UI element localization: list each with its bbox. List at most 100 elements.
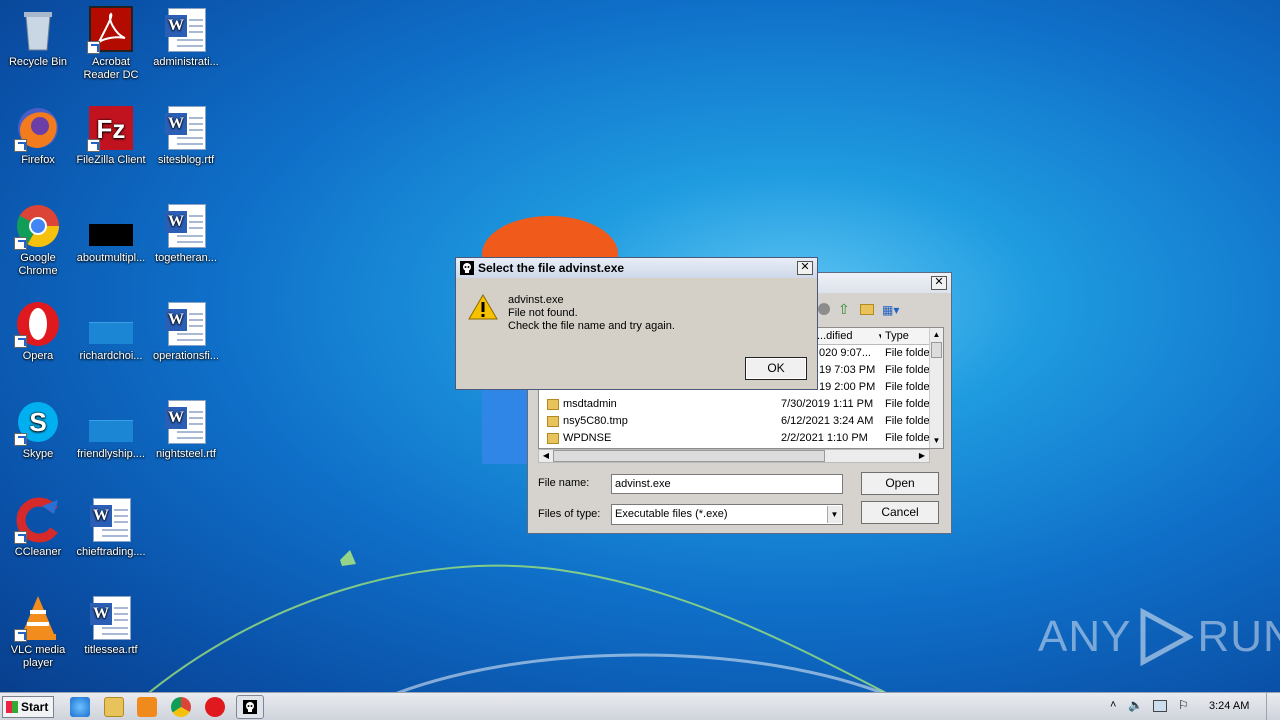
desktop-icon-document[interactable]: W chieftrading.... <box>73 496 149 559</box>
scroll-left-icon[interactable]: ◀ <box>539 450 553 462</box>
desktop-icon-firefox[interactable]: Firefox <box>0 104 76 167</box>
desktop-icon-recycle-bin[interactable]: Recycle Bin <box>0 6 76 69</box>
icon-label: nightsteel.rtf <box>156 448 216 460</box>
media-player-icon[interactable] <box>137 697 157 717</box>
desktop-icon-filezilla[interactable]: Fz FileZilla Client <box>73 104 149 167</box>
desktop-icon-file[interactable]: aboutmultipl... <box>73 202 149 265</box>
icon-label: chieftrading.... <box>76 546 146 558</box>
svg-text:Fz: Fz <box>97 114 126 144</box>
error-dialog-title: Select the file advinst.exe <box>478 261 625 275</box>
word-document-icon: W <box>90 498 131 542</box>
ok-button[interactable]: OK <box>745 357 807 380</box>
scroll-up-icon[interactable]: ▲ <box>930 328 943 342</box>
network-icon[interactable] <box>1153 700 1167 712</box>
show-desktop-button[interactable] <box>1266 693 1280 720</box>
files-of-type-select[interactable]: Executable files (*.exe) ▼ <box>611 504 843 525</box>
row-type: File folde <box>885 398 930 410</box>
error-filename: advinst.exe <box>508 294 564 306</box>
horizontal-scrollbar[interactable]: ◀ ▶ <box>538 449 930 463</box>
file-name-label: File name: <box>538 477 590 489</box>
folder-icon <box>547 416 559 427</box>
table-row[interactable]: WPDNSE 2/2/2021 1:10 PM File folde <box>539 430 943 447</box>
cancel-button[interactable]: Cancel <box>861 501 939 524</box>
desktop-icon-file[interactable]: friendlyship.... <box>73 398 149 461</box>
shortcut-arrow-icon <box>14 433 27 446</box>
word-document-icon: W <box>165 302 206 346</box>
show-hidden-icons[interactable]: ˄ <box>1110 699 1116 711</box>
desktop-icon-skype[interactable]: S Skype <box>0 398 76 461</box>
table-row[interactable]: msdtadmin 7/30/2019 1:11 PM File folde <box>539 396 943 413</box>
row-type: File folde <box>885 415 930 427</box>
desktop-icon-ccleaner[interactable]: CCleaner <box>0 496 76 559</box>
up-folder-icon[interactable]: ⇧ <box>838 302 852 316</box>
shortcut-arrow-icon <box>14 531 27 544</box>
desktop-icon-chrome[interactable]: Google Chrome <box>0 202 76 278</box>
open-dialog-close-button[interactable]: ✕ <box>931 276 947 290</box>
desktop-icon-document[interactable]: W nightsteel.rtf <box>148 398 224 461</box>
error-dialog-close-button[interactable]: ✕ <box>797 261 813 275</box>
file-explorer-icon[interactable] <box>104 697 124 717</box>
horizontal-scroll-thumb[interactable] <box>553 450 825 462</box>
scroll-down-icon[interactable]: ▼ <box>930 434 943 448</box>
icon-label: CCleaner <box>14 546 62 558</box>
desktop-icon-acrobat[interactable]: Acrobat Reader DC <box>73 6 149 82</box>
row-name: WPDNSE <box>563 432 612 444</box>
action-center-flag-icon[interactable]: ⚐ <box>1178 698 1189 712</box>
windows-flag-icon <box>6 701 18 713</box>
chrome-taskbar-icon[interactable] <box>171 697 191 717</box>
black-file-icon <box>89 224 133 246</box>
row-date: 7/30/2019 1:11 PM <box>781 398 874 410</box>
desktop-icon-document[interactable]: W titlessea.rtf <box>73 594 149 657</box>
error-hint: Check the file name and try again. <box>508 320 675 332</box>
column-label: Type <box>885 330 909 342</box>
clock[interactable]: 3:24 AM <box>1209 700 1249 712</box>
desktop-icon-document[interactable]: W administrati... <box>148 6 224 69</box>
scroll-right-icon[interactable]: ▶ <box>915 450 929 462</box>
icon-label: FileZilla Client <box>76 154 146 166</box>
new-folder-icon[interactable] <box>860 304 874 315</box>
anyrun-watermark: ANY RUN <box>1038 608 1280 666</box>
row-date: 19 7:03 PM <box>819 364 876 376</box>
column-header-type[interactable]: Type <box>881 328 931 345</box>
row-date: 020 9:07... <box>819 347 871 359</box>
volume-icon[interactable]: 🔈 <box>1128 698 1143 712</box>
watermark-run: RUN <box>1197 612 1280 661</box>
start-button[interactable]: Start <box>2 696 54 718</box>
scroll-thumb[interactable] <box>931 342 942 358</box>
skull-app-icon <box>460 261 474 275</box>
opera-taskbar-icon[interactable] <box>205 697 225 717</box>
desktop-icon-document[interactable]: W operationsfi... <box>148 300 224 363</box>
error-dialog-titlebar: Select the file advinst.exe <box>456 258 817 278</box>
table-row[interactable]: nsy5C80.tmp 6/12/2021 3:24 AM File folde <box>539 413 943 430</box>
shortcut-arrow-icon <box>14 629 27 642</box>
shortcut-arrow-icon <box>14 335 27 348</box>
folder-icon <box>547 433 559 444</box>
dropdown-arrow-icon[interactable]: ▼ <box>827 506 841 523</box>
desktop-icon-document[interactable]: W togetheran... <box>148 202 224 265</box>
row-type: File folde <box>885 364 930 376</box>
shortcut-arrow-icon <box>87 41 100 54</box>
open-button[interactable]: Open <box>861 472 939 495</box>
file-name-input[interactable]: advinst.exe <box>611 474 843 494</box>
internet-explorer-icon[interactable] <box>70 697 90 717</box>
icon-label: Recycle Bin <box>8 56 68 68</box>
word-document-icon: W <box>90 596 131 640</box>
icon-label: administrati... <box>153 56 219 68</box>
vertical-scrollbar[interactable]: ▲ ▼ <box>929 328 943 448</box>
row-date: 19 2:00 PM <box>819 381 876 393</box>
play-icon <box>1140 608 1194 666</box>
desktop-icon-opera[interactable]: Opera <box>0 300 76 363</box>
desktop-icon-file[interactable]: richardchoi... <box>73 300 149 363</box>
icon-label: Skype <box>22 448 54 460</box>
back-icon[interactable] <box>818 303 830 315</box>
icon-label: Opera <box>22 350 54 362</box>
skull-app-taskbar-button[interactable] <box>236 695 264 719</box>
view-menu-icon[interactable]: ▦▾ <box>882 303 904 317</box>
desktop-icon-document[interactable]: W sitesblog.rtf <box>148 104 224 167</box>
desktop-icon-vlc[interactable]: VLC media player <box>0 594 76 670</box>
column-header-modified[interactable]: ...dified ▼ <box>815 328 889 345</box>
icon-label: sitesblog.rtf <box>157 154 215 166</box>
icon-label: Google Chrome <box>18 252 58 277</box>
icon-label: aboutmultipl... <box>76 252 146 264</box>
icon-label: VLC media player <box>10 644 66 669</box>
